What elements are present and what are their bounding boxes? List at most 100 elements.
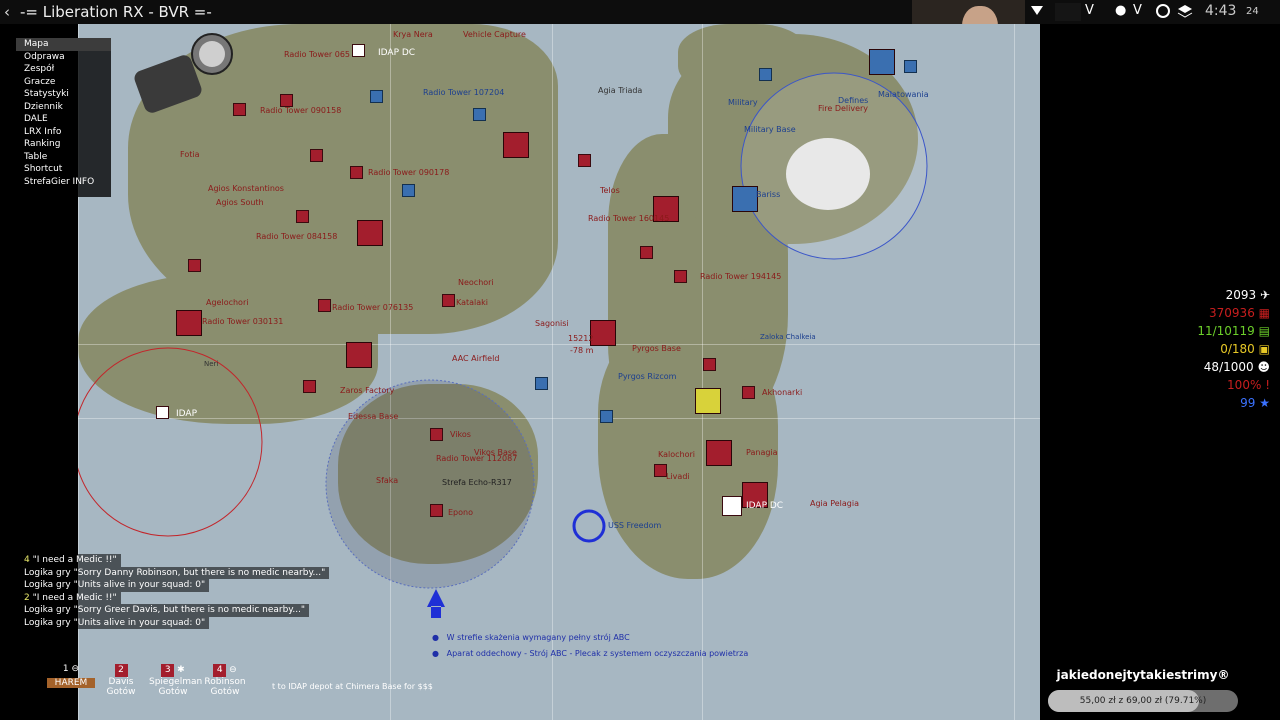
idap-depot-icon[interactable]	[156, 406, 169, 419]
objective-marker[interactable]	[303, 380, 316, 393]
settings-gear-icon[interactable]	[1155, 3, 1171, 21]
base-marker[interactable]	[590, 320, 616, 346]
uss-freedom-marker	[572, 509, 606, 543]
friendly-marker[interactable]	[759, 68, 772, 81]
unit-label: Military	[728, 98, 758, 107]
aircraft-icon: ✈	[1259, 288, 1270, 302]
coord-readout: 15212	[568, 334, 594, 343]
map-label: Panagia	[746, 448, 778, 457]
map-label: Radio Tower 160145	[588, 214, 670, 223]
map-label: Radio Tower 194145	[700, 272, 782, 281]
base-marker[interactable]	[503, 132, 529, 158]
toggle-v2[interactable]: V	[1133, 3, 1142, 21]
objective-marker[interactable]	[430, 504, 443, 517]
friendly-marker[interactable]	[473, 108, 486, 121]
unit-label: Bariss	[756, 190, 781, 199]
idap-message: t to IDAP depot at Chimera Base for $$$	[272, 682, 433, 691]
medic-icon: ✱	[177, 665, 185, 675]
menu-item-shortcut[interactable]: Shortcut	[16, 163, 111, 176]
donation-progress-bar: 55,00 zł z 69,00 zł (79.71%)	[1048, 690, 1238, 712]
menu-item-ranking[interactable]: Ranking	[16, 138, 111, 151]
squad-member[interactable]: 1 ⊖ HAREM	[47, 664, 95, 688]
map-label: Radio Tower 065	[284, 50, 351, 59]
map-label: Strefa Echo-R317	[442, 478, 512, 487]
friendly-marker[interactable]	[535, 377, 548, 390]
menu-item-odprawa[interactable]: Odprawa	[16, 51, 111, 64]
objective-marker[interactable]	[640, 246, 653, 259]
menu-item-statystyki[interactable]: Statystyki	[16, 88, 111, 101]
base-marker[interactable]	[346, 342, 372, 368]
stat-fuel: 11/10119 ▤	[1197, 324, 1270, 338]
map-label: Edessa Base	[348, 412, 399, 421]
squad-member[interactable]: 4 ⊖ Robinson Gotów	[201, 664, 249, 697]
menu-item-dale[interactable]: DALE	[16, 113, 111, 126]
map-label: Vikos Base	[474, 448, 517, 457]
map-label: IDAP DC	[378, 48, 416, 58]
map-label: Radio Tower 090178	[368, 168, 450, 177]
friendly-marker[interactable]	[904, 60, 917, 73]
network-icon[interactable]	[1030, 3, 1044, 21]
map-label: Livadi	[666, 472, 690, 481]
objective-marker[interactable]	[742, 386, 755, 399]
chat-log: 4 "I need a Medic !!" Logika gry "Sorry …	[20, 554, 330, 629]
squad-member[interactable]: 2 Davis Gotów	[97, 664, 145, 697]
map-label: Radio Tower 107204	[423, 88, 505, 97]
stat-alert: 100% !	[1227, 378, 1270, 392]
objective-marker[interactable]	[703, 358, 716, 371]
alt-readout: -78 m	[570, 346, 594, 355]
stat-aircraft: 2093 ✈	[1225, 288, 1270, 302]
objective-marker[interactable]	[188, 259, 201, 272]
menu-item-lrx-info[interactable]: LRX Info	[16, 126, 111, 139]
objective-marker[interactable]	[430, 428, 443, 441]
map-label: AAC Airfield	[452, 354, 500, 363]
star-icon: ★	[1259, 396, 1270, 410]
chevron-left-icon[interactable]: ‹	[4, 3, 10, 21]
friendly-marker[interactable]	[402, 184, 415, 197]
menu-item-strefagier-info[interactable]: StrefaGier INFO	[16, 176, 111, 189]
chat-line: Logika gry "Sorry Danny Robinson, but th…	[20, 566, 330, 579]
objective-marker[interactable]	[296, 210, 309, 223]
idap-depot-icon[interactable]	[352, 44, 365, 57]
objective-marker[interactable]	[674, 270, 687, 283]
map-label: Vikos	[450, 430, 471, 439]
chat-line: 2 "I need a Medic !!"	[20, 591, 329, 604]
menu-item-dziennik[interactable]: Dziennik	[16, 101, 111, 114]
donation-widget: jakiedonejtytakiestrimy® 55,00 zł z 69,0…	[1048, 668, 1238, 714]
menu-item-zespol[interactable]: Zespół	[16, 63, 111, 76]
yellow-base-marker[interactable]	[695, 388, 721, 414]
objective-marker[interactable]	[350, 166, 363, 179]
objective-marker[interactable]	[310, 149, 323, 162]
minus-circle-icon: ⊖	[229, 665, 237, 675]
map-label: Neri	[204, 360, 219, 368]
record-icon[interactable]: ●	[1115, 3, 1126, 21]
notice-line: ● W strefie skażenia wymagany pełny stró…	[432, 633, 630, 642]
friendly-base-marker[interactable]	[869, 49, 895, 75]
friendly-base-marker[interactable]	[732, 186, 758, 212]
idap-depot-icon[interactable]	[722, 496, 742, 516]
friendly-marker[interactable]	[600, 410, 613, 423]
menu-item-table[interactable]: Table	[16, 151, 111, 164]
mic-slot[interactable]	[1055, 3, 1081, 21]
layers-icon[interactable]	[1177, 3, 1193, 21]
objective-marker[interactable]	[318, 299, 331, 312]
menu-item-gracze[interactable]: Gracze	[16, 76, 111, 89]
squad-member[interactable]: 3 ✱ Spiegelman Gotów	[149, 664, 202, 697]
stat-troops: 48/1000 ☻	[1203, 360, 1270, 374]
base-marker[interactable]	[706, 440, 732, 466]
toggle-v1[interactable]: V	[1085, 3, 1094, 21]
friendly-marker[interactable]	[370, 90, 383, 103]
objective-marker[interactable]	[578, 154, 591, 167]
base-marker[interactable]	[357, 220, 383, 246]
unit-label: Malatowania	[878, 90, 929, 99]
chat-line: 4 "I need a Medic !!"	[20, 554, 329, 567]
compass-icon[interactable]	[130, 32, 240, 122]
menu-item-mapa[interactable]: Mapa	[16, 38, 111, 51]
map-label: Radio Tower 076135	[332, 303, 414, 312]
objective-marker[interactable]	[442, 294, 455, 307]
map-label: Radio Tower 090158	[260, 106, 342, 115]
donation-progress-text: 55,00 zł z 69,00 zł (79.71%)	[1079, 696, 1207, 706]
map-label: Sfaka	[376, 476, 399, 485]
base-marker[interactable]	[176, 310, 202, 336]
map-label: Radio Tower 084158	[256, 232, 338, 241]
unit-label: Defines	[838, 96, 869, 105]
